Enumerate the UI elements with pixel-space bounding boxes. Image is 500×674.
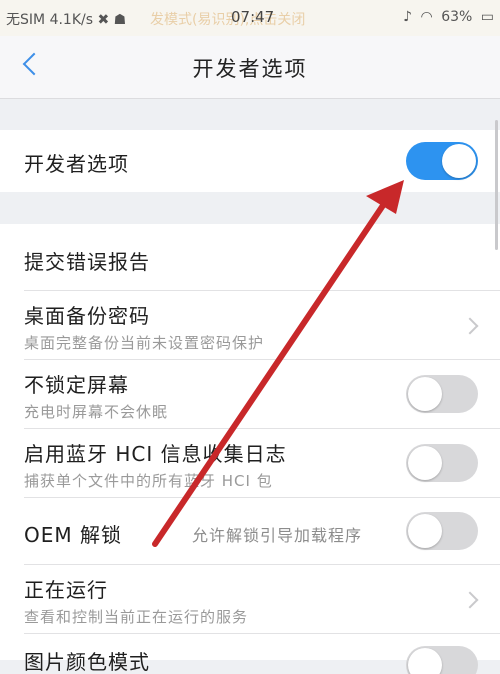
item-title: 正在运行 bbox=[24, 578, 108, 602]
carrier-label: 无SIM bbox=[6, 12, 46, 28]
scrollbar[interactable] bbox=[495, 120, 498, 250]
switch-knob bbox=[408, 446, 442, 480]
bluetooth-hci-log-item[interactable]: 启用蓝牙 HCI 信息收集日志 捕获单个文件中的所有蓝牙 HCI 包 bbox=[0, 429, 500, 497]
master-toggle-label: 开发者选项 bbox=[24, 152, 129, 176]
developer-options-master-row[interactable]: 开发者选项 bbox=[0, 130, 500, 192]
bug-report-item[interactable]: 提交错误报告 bbox=[0, 224, 500, 290]
item-title: 提交错误报告 bbox=[24, 250, 150, 274]
item-title: 图片颜色模式 bbox=[24, 650, 150, 674]
status-right: ♪ ◠ 63% ▭ bbox=[399, 9, 494, 25]
picture-color-mode-item[interactable]: 图片颜色模式 bbox=[0, 634, 500, 674]
item-title: 启用蓝牙 HCI 信息收集日志 bbox=[24, 442, 287, 466]
settings-list: 提交错误报告 桌面备份密码 桌面完整备份当前未设置密码保护 不锁定屏幕 充电时屏… bbox=[0, 224, 500, 674]
network-speed: 4.1K/s bbox=[49, 12, 94, 28]
oem-unlock-switch[interactable] bbox=[406, 512, 478, 550]
mute-icon: ♪ bbox=[403, 9, 413, 25]
app-header: 开发者选项 bbox=[0, 36, 500, 99]
wifi-icon: ◠ bbox=[420, 9, 433, 25]
page-title: 开发者选项 bbox=[192, 57, 308, 81]
status-bar: 无SIM 4.1K/s ✖ ☗ 发模式(易识别),点击关闭 07:47 ♪ ◠ … bbox=[0, 0, 500, 36]
picture-color-mode-switch[interactable] bbox=[406, 646, 478, 674]
stay-awake-item[interactable]: 不锁定屏幕 充电时屏幕不会休眠 bbox=[0, 360, 500, 428]
item-note: 允许解锁引导加载程序 bbox=[192, 526, 363, 545]
bluetooth-hci-switch[interactable] bbox=[406, 444, 478, 482]
switch-knob bbox=[442, 144, 476, 178]
running-services-item[interactable]: 正在运行 查看和控制当前正在运行的服务 bbox=[0, 565, 500, 633]
developer-options-switch[interactable] bbox=[406, 142, 478, 180]
chevron-right-icon bbox=[461, 591, 479, 609]
chevron-right-icon bbox=[461, 317, 479, 335]
item-subtitle: 充电时屏幕不会休眠 bbox=[24, 403, 169, 421]
desktop-backup-password-item[interactable]: 桌面备份密码 桌面完整备份当前未设置密码保护 bbox=[0, 291, 500, 359]
switch-knob bbox=[408, 648, 442, 674]
item-title: OEM 解锁 bbox=[24, 523, 122, 547]
item-title: 桌面备份密码 bbox=[24, 304, 150, 328]
clock: 07:47 bbox=[231, 8, 275, 26]
battery-icon: ▭ bbox=[480, 9, 494, 25]
stay-awake-switch[interactable] bbox=[406, 375, 478, 413]
oem-unlock-item[interactable]: OEM 解锁 允许解锁引导加载程序 bbox=[0, 498, 500, 564]
battery-percent: 63% bbox=[441, 9, 473, 25]
item-subtitle: 桌面完整备份当前未设置密码保护 bbox=[24, 334, 265, 352]
item-subtitle: 查看和控制当前正在运行的服务 bbox=[24, 608, 249, 626]
notification-text: 发模式(易识别),点击关闭 bbox=[150, 12, 306, 28]
item-title: 不锁定屏幕 bbox=[24, 373, 129, 397]
android-icon: ☗ bbox=[113, 12, 127, 28]
status-left: 无SIM 4.1K/s ✖ ☗ bbox=[6, 9, 126, 29]
item-subtitle: 捕获单个文件中的所有蓝牙 HCI 包 bbox=[24, 472, 273, 490]
switch-knob bbox=[408, 377, 442, 411]
tools-icon: ✖ bbox=[97, 12, 110, 28]
switch-knob bbox=[408, 514, 442, 548]
